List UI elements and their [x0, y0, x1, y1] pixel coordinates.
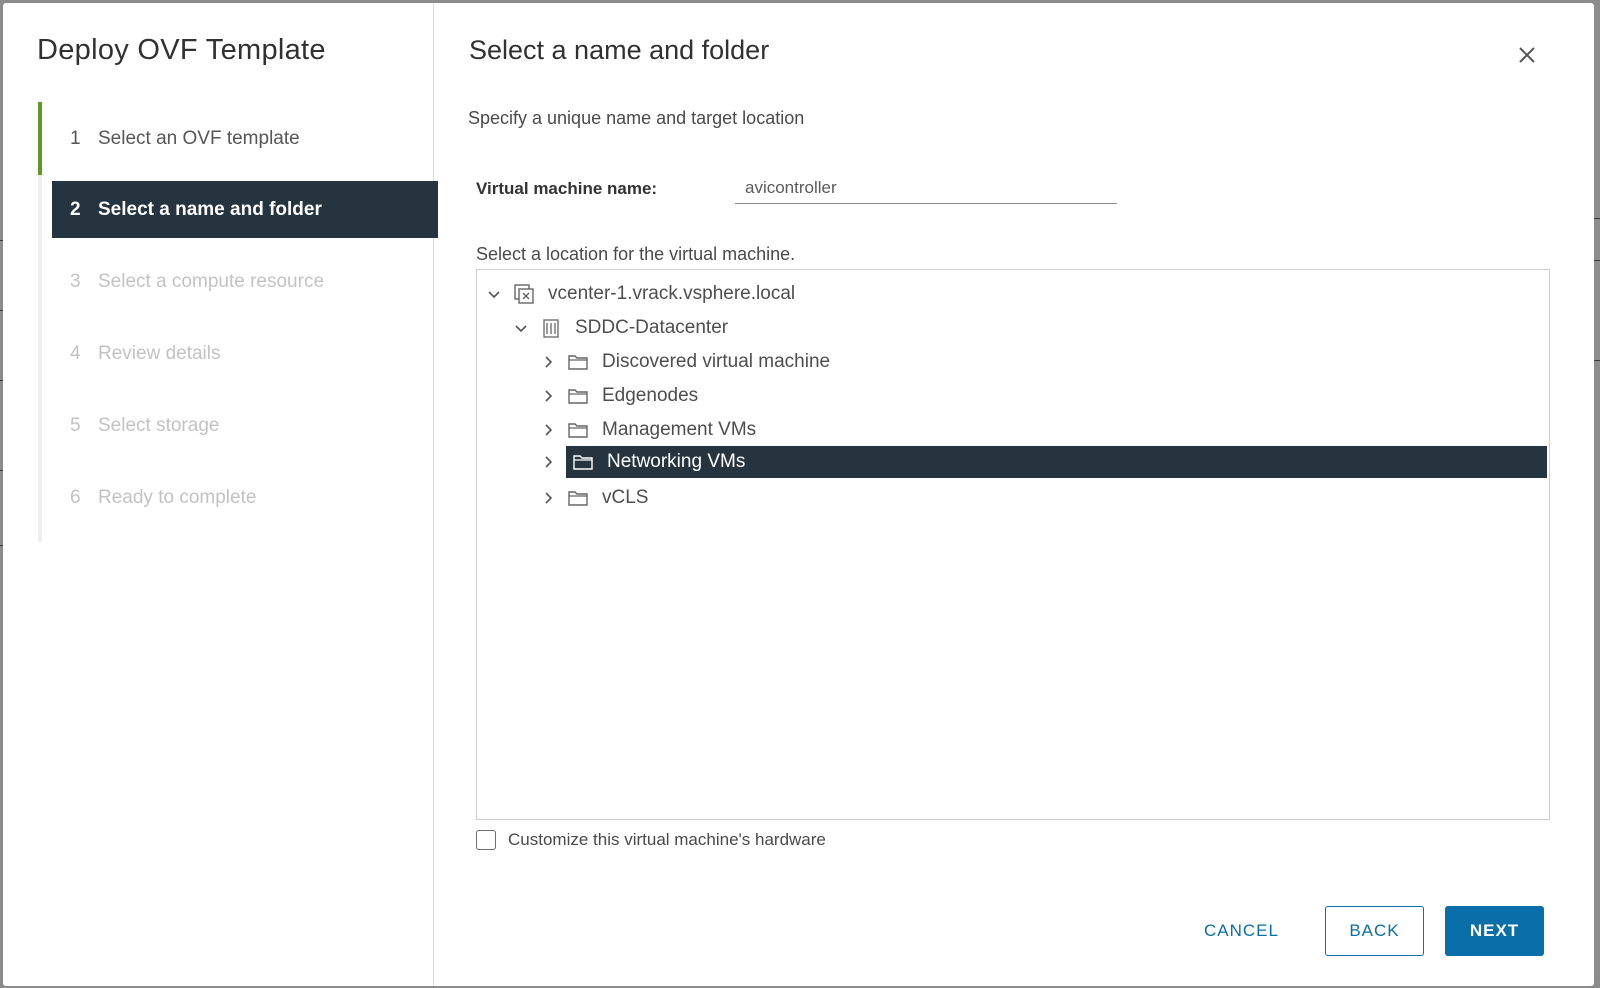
chevron-right-icon[interactable] — [539, 421, 557, 439]
page-title: Select a name and folder — [469, 35, 770, 65]
step-ready-to-complete: 6 Ready to complete — [52, 469, 438, 526]
tree-node-label: Edgenodes — [602, 385, 699, 406]
tree-node-label: Management VMs — [602, 419, 757, 440]
dialog-title: Deploy OVF Template — [37, 34, 326, 66]
step-number: 4 — [70, 342, 81, 364]
location-label: Select a location for the virtual machin… — [476, 244, 796, 264]
folder-icon — [567, 420, 589, 440]
folder-icon — [567, 386, 589, 406]
step-label: Ready to complete — [98, 486, 257, 508]
wizard-sidebar: Deploy OVF Template 1 Select an OVF temp… — [3, 3, 438, 986]
datacenter-icon — [540, 318, 562, 338]
cancel-button[interactable]: CANCEL — [1189, 906, 1294, 956]
close-icon — [1519, 47, 1535, 63]
step-label: Select storage — [98, 414, 220, 436]
tree-node-label: SDDC-Datacenter — [575, 317, 729, 338]
chevron-right-icon[interactable] — [539, 387, 557, 405]
step-label: Review details — [98, 342, 221, 364]
next-button[interactable]: NEXT — [1445, 906, 1544, 956]
step-select-storage: 5 Select storage — [52, 397, 438, 454]
folder-icon — [567, 488, 589, 508]
step-label: Select an OVF template — [98, 127, 300, 149]
location-tree: vcenter-1.vrack.vsphere.local SDDC-Datac… — [476, 269, 1550, 820]
step-label: Select a compute resource — [98, 270, 325, 292]
folder-icon — [572, 452, 594, 472]
step-select-compute-resource: 3 Select a compute resource — [52, 253, 438, 310]
tree-node-label: vcenter-1.vrack.vsphere.local — [548, 283, 796, 304]
tree-node-vcls[interactable]: vCLS — [539, 482, 648, 514]
step-select-name-and-folder[interactable]: 2 Select a name and folder — [52, 181, 438, 238]
customize-hardware-row: Customize this virtual machine's hardwar… — [476, 830, 826, 850]
chevron-down-icon[interactable] — [512, 319, 530, 337]
tree-node-vcenter[interactable]: vcenter-1.vrack.vsphere.local — [485, 278, 795, 310]
tree-node-edgenodes[interactable]: Edgenodes — [539, 380, 698, 412]
vcenter-icon — [513, 284, 535, 304]
tree-node-label: Discovered virtual machine — [602, 351, 831, 372]
progress-indicator — [38, 102, 42, 175]
wizard-steps: 1 Select an OVF template 2 Select a name… — [38, 102, 438, 542]
tree-node-networking-vms-selected[interactable]: Networking VMs — [566, 446, 1547, 478]
back-button[interactable]: BACK — [1325, 906, 1424, 956]
tree-node-datacenter[interactable]: SDDC-Datacenter — [512, 312, 728, 344]
chevron-right-icon[interactable] — [539, 489, 557, 507]
chevron-right-icon[interactable] — [539, 353, 557, 371]
step-select-ovf-template[interactable]: 1 Select an OVF template — [52, 110, 438, 167]
vm-name-label: Virtual machine name: — [476, 179, 658, 198]
tree-node-label: vCLS — [602, 487, 649, 508]
wizard-content: Select a name and folder Specify a uniqu… — [434, 3, 1594, 986]
folder-icon — [567, 352, 589, 372]
step-number: 5 — [70, 414, 81, 436]
step-number: 6 — [70, 486, 81, 508]
step-number: 1 — [70, 127, 81, 149]
tree-node-management-vms[interactable]: Management VMs — [539, 414, 756, 446]
vm-name-input[interactable] — [735, 172, 1117, 204]
step-label: Select a name and folder — [98, 198, 322, 220]
close-button[interactable] — [1514, 42, 1540, 68]
step-review-details: 4 Review details — [52, 325, 438, 382]
step-number: 2 — [70, 198, 81, 220]
tree-node-discovered-virtual-machine[interactable]: Discovered virtual machine — [539, 346, 830, 378]
tree-node-label: Networking VMs — [607, 451, 746, 472]
customize-hardware-checkbox[interactable] — [476, 830, 496, 850]
chevron-down-icon[interactable] — [485, 285, 503, 303]
deploy-ovf-dialog: Deploy OVF Template 1 Select an OVF temp… — [3, 3, 1594, 986]
customize-hardware-label: Customize this virtual machine's hardwar… — [508, 830, 826, 849]
chevron-right-icon[interactable] — [539, 453, 557, 471]
page-subtitle: Specify a unique name and target locatio… — [468, 108, 805, 128]
step-number: 3 — [70, 270, 81, 292]
